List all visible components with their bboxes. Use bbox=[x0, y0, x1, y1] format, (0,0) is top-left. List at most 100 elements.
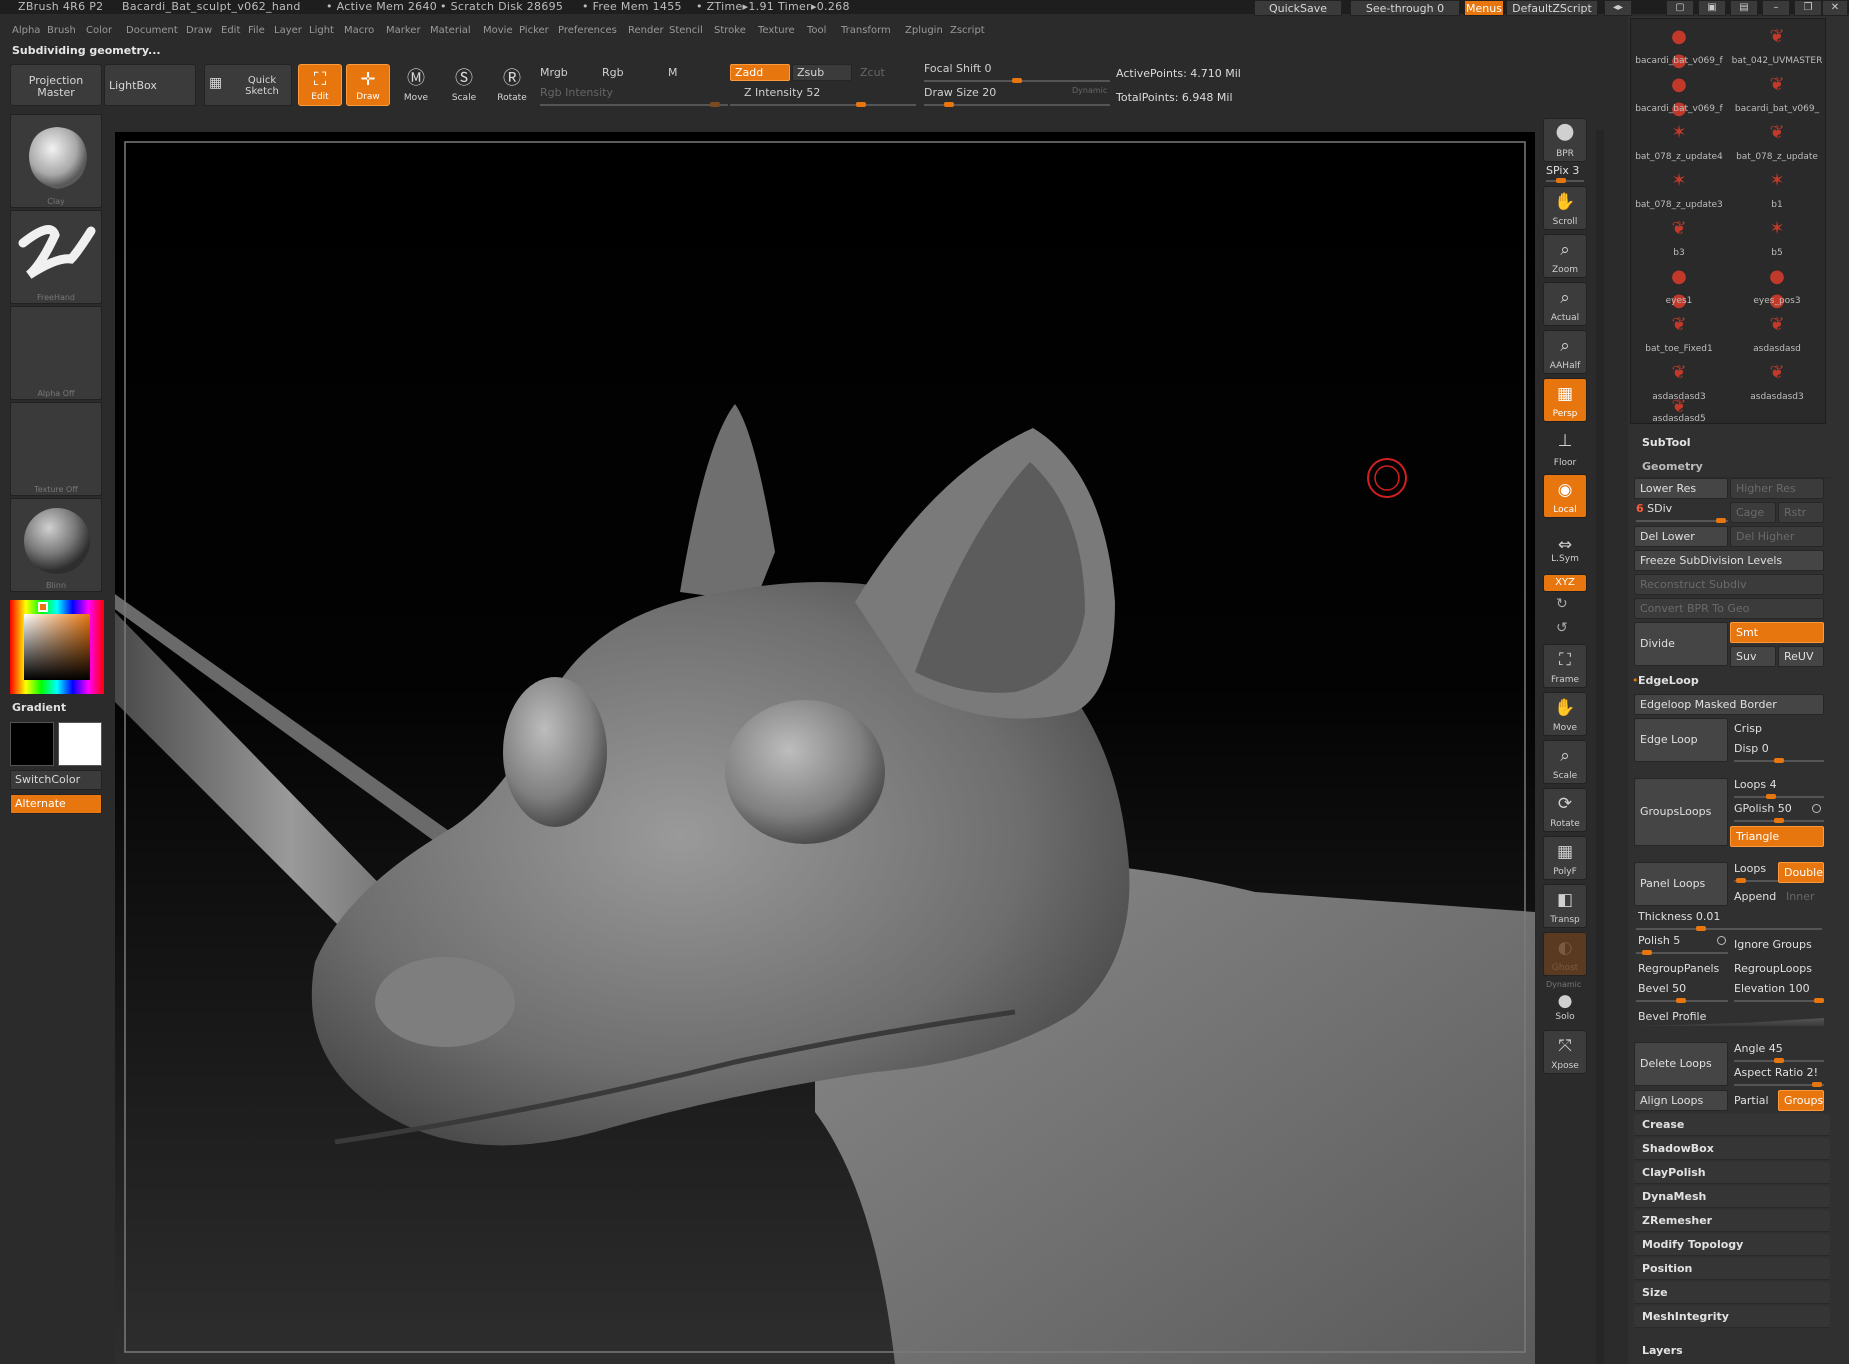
rstr-button[interactable]: Rstr bbox=[1778, 502, 1824, 523]
meshintegrity-header[interactable]: MeshIntegrity bbox=[1634, 1306, 1830, 1328]
del-lower-button[interactable]: Del Lower bbox=[1634, 526, 1728, 547]
viewport-canvas[interactable] bbox=[115, 132, 1535, 1364]
higher-res-button[interactable]: Higher Res bbox=[1730, 478, 1824, 499]
menu-tool[interactable]: Tool bbox=[807, 25, 826, 36]
restore-icon[interactable]: ❐ bbox=[1794, 0, 1822, 16]
menus-toggle[interactable]: Menus bbox=[1464, 0, 1504, 16]
see-through-slider[interactable]: See-through 0 bbox=[1350, 0, 1460, 16]
angle-slider[interactable]: Angle 45 bbox=[1734, 1042, 1783, 1055]
menu-material[interactable]: Material bbox=[430, 25, 471, 36]
del-higher-button[interactable]: Del Higher bbox=[1730, 526, 1824, 547]
bevel-knob[interactable] bbox=[1676, 998, 1686, 1003]
partial-toggle[interactable]: Partial bbox=[1734, 1094, 1769, 1107]
sdiv-slider[interactable]: 6 SDiv bbox=[1636, 502, 1672, 515]
rotate-button[interactable]: Ⓡ Rotate bbox=[490, 64, 534, 106]
gradient-label[interactable]: Gradient bbox=[12, 701, 66, 714]
subtool-item[interactable]: ❦ bat_toe_Fixed1 bbox=[1631, 307, 1727, 355]
m-button[interactable]: M bbox=[668, 66, 678, 79]
move-view-button[interactable]: ✋ Move bbox=[1543, 692, 1587, 736]
subtool-header[interactable]: SubTool bbox=[1642, 436, 1691, 449]
append-toggle[interactable]: Append bbox=[1734, 890, 1776, 903]
bevel-track[interactable] bbox=[1636, 998, 1728, 1003]
aspect-ratio-knob[interactable] bbox=[1812, 1082, 1822, 1087]
rgb-intensity-track[interactable] bbox=[540, 102, 728, 107]
regroup-loops-toggle[interactable]: RegroupLoops bbox=[1734, 962, 1812, 975]
draw-size-knob[interactable] bbox=[944, 102, 954, 107]
secondary-color-swatch[interactable] bbox=[58, 722, 102, 766]
alpha-selector[interactable]: Alpha Off bbox=[10, 306, 102, 400]
aahalf-button[interactable]: ⌕ AAHalf bbox=[1543, 330, 1587, 374]
xpose-button[interactable]: ⤧ Xpose bbox=[1543, 1030, 1587, 1074]
lower-res-button[interactable]: Lower Res bbox=[1634, 478, 1728, 499]
draw-button[interactable]: ✛ Draw bbox=[346, 64, 390, 106]
saturation-square[interactable] bbox=[24, 614, 90, 680]
aspect-ratio-slider[interactable]: Aspect Ratio 2! bbox=[1734, 1066, 1818, 1079]
menu-render[interactable]: Render bbox=[628, 25, 664, 36]
quicksave-button[interactable]: QuickSave bbox=[1254, 0, 1342, 16]
edgeloop-header[interactable]: EdgeLoop bbox=[1638, 674, 1699, 687]
reconstruct-subdiv-button[interactable]: Reconstruct Subdiv bbox=[1634, 574, 1824, 595]
subtool-item[interactable]: ● ● bacardi_bat_v069_f bbox=[1631, 67, 1727, 119]
frame-button[interactable]: ⛶ Frame bbox=[1543, 644, 1587, 688]
subtool-item[interactable]: ❦ asdasdasd5 bbox=[1631, 396, 1727, 425]
menu-zplugin[interactable]: Zplugin bbox=[905, 25, 943, 36]
elevation-knob[interactable] bbox=[1814, 998, 1824, 1003]
modify-topology-header[interactable]: Modify Topology bbox=[1634, 1234, 1830, 1256]
suv-toggle[interactable]: Suv bbox=[1730, 646, 1776, 667]
groupsloops-button[interactable]: GroupsLoops bbox=[1634, 778, 1728, 846]
quick-sketch-button[interactable]: ▦ Quick Sketch bbox=[204, 64, 292, 106]
subtool-item[interactable]: ❦ bat_078_z_update bbox=[1729, 115, 1825, 163]
polish-track[interactable] bbox=[1636, 950, 1728, 955]
zremesher-header[interactable]: ZRemesher bbox=[1634, 1210, 1830, 1232]
move-button[interactable]: Ⓜ Move bbox=[394, 64, 438, 106]
polish-knob[interactable] bbox=[1642, 950, 1652, 955]
zcut-button[interactable]: Zcut bbox=[860, 66, 885, 79]
solo-button[interactable]: ● Solo bbox=[1543, 990, 1587, 1024]
rotate-view-button[interactable]: ⟳ Rotate bbox=[1543, 788, 1587, 832]
layers-header[interactable]: Layers bbox=[1642, 1344, 1683, 1357]
edge-loop-button[interactable]: Edge Loop bbox=[1634, 718, 1728, 762]
disp-slider[interactable]: Disp 0 bbox=[1734, 742, 1769, 755]
minimize-icon[interactable]: – bbox=[1762, 0, 1790, 16]
geometry-header[interactable]: Geometry bbox=[1634, 456, 1830, 478]
tray-divider[interactable] bbox=[1596, 130, 1604, 1364]
loops-slider[interactable]: Loops 4 bbox=[1734, 778, 1777, 791]
menu-marker[interactable]: Marker bbox=[386, 25, 421, 36]
texture-selector[interactable]: Texture Off bbox=[10, 402, 102, 496]
alternate-button[interactable]: Alternate bbox=[10, 794, 102, 814]
angle-knob[interactable] bbox=[1774, 1058, 1784, 1063]
menu-alpha[interactable]: Alpha bbox=[12, 25, 40, 36]
scale-button[interactable]: Ⓢ Scale bbox=[442, 64, 486, 106]
position-header[interactable]: Position bbox=[1634, 1258, 1830, 1280]
rotate-z-icon[interactable]: ↺ bbox=[1556, 620, 1568, 636]
smt-toggle[interactable]: Smt bbox=[1730, 622, 1824, 643]
stroke-selector[interactable]: FreeHand bbox=[10, 210, 102, 304]
disp-knob[interactable] bbox=[1774, 758, 1784, 763]
help-icon[interactable]: ▢ bbox=[1666, 0, 1694, 16]
elevation-track[interactable] bbox=[1734, 998, 1824, 1003]
groups-toggle[interactable]: Groups bbox=[1778, 1090, 1824, 1111]
subtool-item[interactable]: ● ● bacardi_bat_v069_f bbox=[1631, 19, 1727, 71]
mrgb-button[interactable]: Mrgb bbox=[540, 66, 568, 79]
lightbox-button[interactable]: LightBox bbox=[104, 64, 196, 106]
aspect-ratio-track[interactable] bbox=[1734, 1082, 1824, 1087]
angle-track[interactable] bbox=[1734, 1058, 1824, 1063]
subtool-item[interactable]: ● ● eyes_pos3 bbox=[1729, 259, 1825, 311]
subtool-item[interactable]: ❦ b3 bbox=[1631, 211, 1727, 259]
draw-size-slider[interactable]: Draw Size 20 bbox=[924, 86, 996, 99]
focal-shift-knob[interactable] bbox=[1012, 78, 1022, 83]
triangle-toggle[interactable]: Triangle bbox=[1730, 826, 1824, 847]
rgb-intensity-slider[interactable]: Rgb Intensity bbox=[540, 86, 613, 99]
ignore-groups-toggle[interactable]: Ignore Groups bbox=[1734, 938, 1812, 951]
convert-bpr-button[interactable]: Convert BPR To Geo bbox=[1634, 598, 1824, 619]
spix-track[interactable] bbox=[1546, 178, 1584, 183]
crease-header[interactable]: Crease bbox=[1634, 1114, 1830, 1136]
menu-preferences[interactable]: Preferences bbox=[558, 25, 617, 36]
crisp-toggle[interactable]: Crisp bbox=[1734, 722, 1762, 735]
loops-track[interactable] bbox=[1734, 794, 1824, 799]
switch-color-button[interactable]: SwitchColor bbox=[10, 770, 102, 790]
floor-button[interactable]: ⊥ Floor bbox=[1543, 426, 1587, 470]
z-intensity-knob[interactable] bbox=[856, 102, 866, 107]
loops-knob[interactable] bbox=[1766, 794, 1776, 799]
z-intensity-slider[interactable]: Z Intensity 52 bbox=[744, 86, 820, 99]
